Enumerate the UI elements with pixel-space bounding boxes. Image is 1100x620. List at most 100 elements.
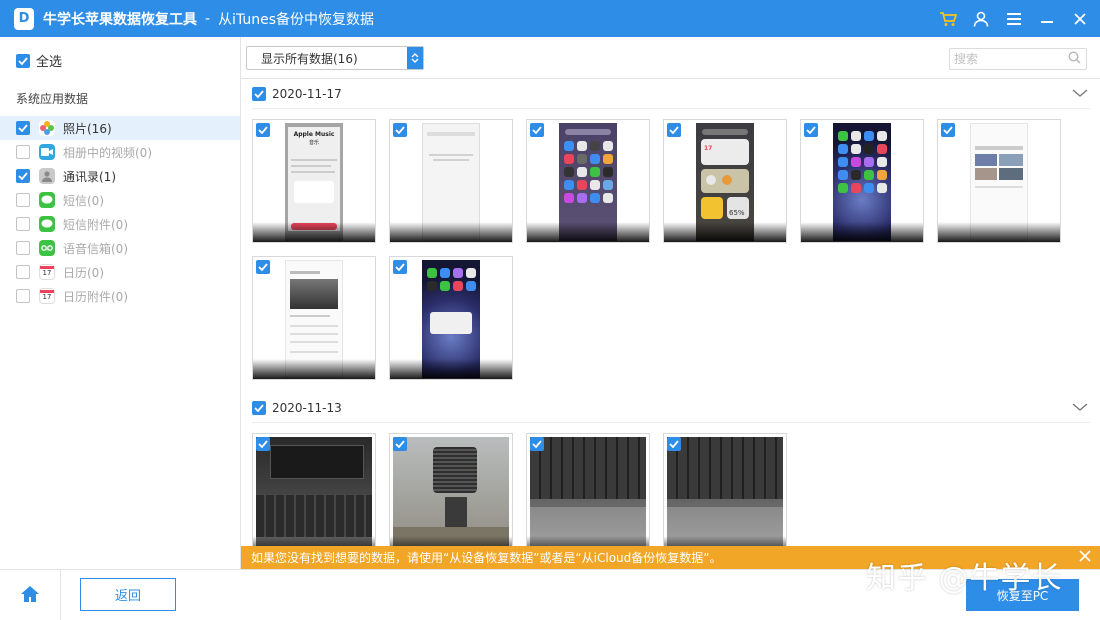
photo-thumbnail[interactable] — [526, 433, 650, 557]
search-input[interactable] — [954, 52, 1062, 66]
album-video-icon — [39, 144, 55, 160]
checkbox-unchecked-icon[interactable] — [16, 241, 30, 255]
messages-icon — [39, 192, 55, 208]
category-list: 照片(16) 相册中的视频(0) 通讯录(1) 短信(0) 短信附件(0) 语音… — [0, 116, 240, 308]
chevron-up-icon[interactable] — [1072, 87, 1088, 101]
photo-thumbnail[interactable] — [663, 433, 787, 557]
photo-thumbnail[interactable] — [937, 119, 1061, 243]
category-calendar-attachments[interactable]: 17 日历附件(0) — [0, 284, 240, 308]
app-name: 牛学长苹果数据恢复工具 — [43, 11, 197, 28]
photo-thumbnail[interactable] — [252, 256, 376, 380]
checkbox-checked-icon[interactable] — [16, 169, 30, 183]
group-date: 2020-11-13 — [272, 400, 342, 415]
home-icon[interactable] — [20, 585, 40, 606]
thumb-text: 17 — [704, 145, 713, 152]
banner-message: 如果您没有找到想要的数据，请使用“从设备恢复数据”或者是“从iCloud备份恢复… — [251, 551, 722, 565]
category-label: 通讯录(1) — [63, 169, 116, 184]
minimize-icon[interactable] — [1030, 0, 1063, 37]
search-box[interactable] — [949, 48, 1087, 70]
select-all-label: 全选 — [36, 55, 63, 70]
banner-close-icon[interactable] — [1078, 549, 1092, 566]
calendar-icon: 17 — [39, 264, 55, 280]
category-calendar[interactable]: 17 日历(0) — [0, 260, 240, 284]
toolbar: 显示所有数据(16) — [241, 37, 1100, 79]
filter-dropdown[interactable]: 显示所有数据(16) — [246, 46, 424, 70]
title-bar: D 牛学长苹果数据恢复工具 - 从iTunes备份中恢复数据 — [0, 0, 1100, 37]
checkbox-checked-icon[interactable] — [252, 400, 266, 415]
photo-thumbnail[interactable] — [389, 433, 513, 557]
menu-icon[interactable] — [997, 0, 1030, 37]
checkbox-checked-icon[interactable] — [804, 123, 818, 137]
home-button[interactable] — [0, 570, 61, 620]
title-separator: - — [205, 10, 211, 27]
checkbox-checked-icon[interactable] — [667, 437, 681, 451]
category-message-attachments[interactable]: 短信附件(0) — [0, 212, 240, 236]
date-group-header: 2020-11-17 — [252, 79, 1090, 109]
checkbox-checked-icon[interactable] — [530, 123, 544, 137]
checkbox-checked-icon[interactable] — [393, 437, 407, 451]
photos-icon — [39, 120, 55, 136]
photo-thumbnail[interactable] — [389, 119, 513, 243]
category-label: 相册中的视频(0) — [63, 145, 152, 160]
checkbox-checked-icon[interactable] — [667, 123, 681, 137]
thumb-text: Apple Music — [293, 131, 335, 138]
chevron-up-icon[interactable] — [1072, 401, 1088, 415]
watermark: 知乎 @牛学长 — [866, 561, 1063, 596]
category-album-videos[interactable]: 相册中的视频(0) — [0, 140, 240, 164]
checkbox-checked-icon[interactable] — [256, 260, 270, 274]
checkbox-checked-icon[interactable] — [16, 121, 30, 135]
checkbox-checked-icon[interactable] — [256, 437, 270, 451]
checkbox-checked-icon[interactable] — [393, 260, 407, 274]
photo-thumbnail[interactable]: 17 65% — [663, 119, 787, 243]
category-photos[interactable]: 照片(16) — [0, 116, 240, 140]
checkbox-unchecked-icon[interactable] — [16, 217, 30, 231]
contacts-icon — [39, 168, 55, 184]
calendar-day: 17 — [42, 268, 52, 277]
voicemail-icon — [39, 240, 55, 256]
close-icon[interactable] — [1063, 0, 1096, 37]
checkbox-unchecked-icon[interactable] — [16, 145, 30, 159]
date-group-header: 2020-11-13 — [252, 393, 1090, 423]
thumb-text: 65% — [729, 209, 745, 217]
category-label: 语音信箱(0) — [63, 241, 128, 256]
category-label: 短信(0) — [63, 193, 104, 208]
checkbox-unchecked-icon[interactable] — [16, 289, 30, 303]
window-subtitle: 从iTunes备份中恢复数据 — [218, 11, 375, 28]
group-date: 2020-11-17 — [272, 86, 342, 101]
app-logo-icon: D — [14, 7, 34, 30]
category-label: 短信附件(0) — [63, 217, 128, 232]
checkbox-unchecked-icon[interactable] — [16, 193, 30, 207]
back-button[interactable]: 返回 — [80, 578, 176, 611]
checkbox-checked-icon[interactable] — [252, 86, 266, 101]
checkbox-checked-icon[interactable] — [393, 123, 407, 137]
checkbox-checked-icon[interactable] — [16, 53, 30, 68]
photo-grid-area: 2020-11-17 Apple Music 音乐 17 65% 2020-11… — [241, 79, 1100, 569]
filter-value: 显示所有数据(16) — [261, 51, 358, 66]
category-label: 日历(0) — [63, 265, 104, 280]
calendar-attachment-icon: 17 — [39, 288, 55, 304]
cart-icon[interactable] — [931, 0, 964, 37]
category-messages[interactable]: 短信(0) — [0, 188, 240, 212]
category-label: 日历附件(0) — [63, 289, 128, 304]
checkbox-checked-icon[interactable] — [530, 437, 544, 451]
message-attachment-icon — [39, 216, 55, 232]
category-label: 照片(16) — [63, 121, 112, 136]
photo-thumbnail[interactable] — [526, 119, 650, 243]
checkbox-checked-icon[interactable] — [941, 123, 955, 137]
thumb-text: 音乐 — [308, 140, 319, 146]
checkbox-checked-icon[interactable] — [256, 123, 270, 137]
photo-thumbnail[interactable] — [389, 256, 513, 380]
calendar-day: 17 — [42, 292, 52, 301]
search-icon[interactable] — [1068, 51, 1081, 67]
photo-thumbnail[interactable] — [252, 433, 376, 557]
updown-arrow-icon[interactable] — [407, 47, 423, 69]
sidebar: 全选 系统应用数据 照片(16) 相册中的视频(0) 通讯录(1) 短信(0) … — [0, 37, 241, 569]
category-contacts[interactable]: 通讯录(1) — [0, 164, 240, 188]
photo-thumbnail[interactable] — [800, 119, 924, 243]
checkbox-unchecked-icon[interactable] — [16, 265, 30, 279]
select-all-checkbox[interactable]: 全选 — [16, 51, 62, 70]
photo-thumbnail[interactable]: Apple Music 音乐 — [252, 119, 376, 243]
category-voicemail[interactable]: 语音信箱(0) — [0, 236, 240, 260]
user-icon[interactable] — [964, 0, 997, 37]
section-title: 系统应用数据 — [16, 92, 89, 106]
